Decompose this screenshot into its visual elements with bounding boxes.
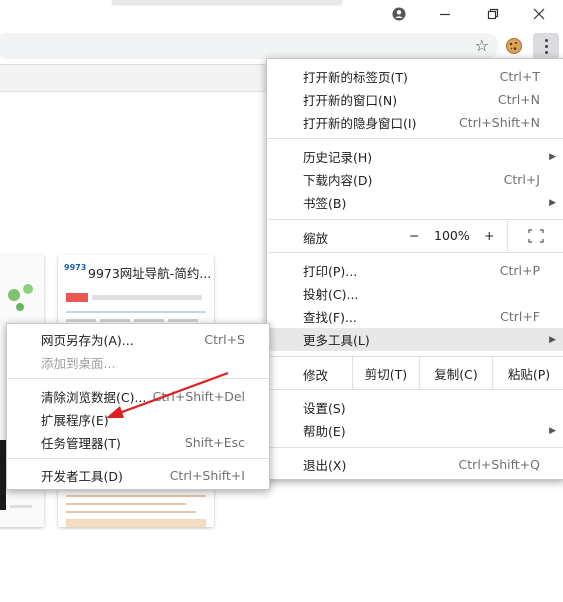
menu-item-label: 开发者工具(D) xyxy=(41,469,123,484)
menu-item-label: 帮助(E) xyxy=(303,424,346,439)
menu-item-downloads[interactable]: 下载内容(D) Ctrl+J xyxy=(267,168,563,191)
copy-button[interactable]: 复制(C) xyxy=(419,357,492,389)
menu-item-label: 投射(C)... xyxy=(303,287,359,302)
cut-label: 剪切(T) xyxy=(364,366,408,382)
menu-item-help[interactable]: 帮助(E) ▶ xyxy=(267,419,563,442)
menu-item-find[interactable]: 查找(F)... Ctrl+F xyxy=(267,305,563,328)
menu-item-new-window[interactable]: 打开新的窗口(N) Ctrl+N xyxy=(267,88,563,111)
annotation-arrow-icon xyxy=(106,371,229,418)
title-bar xyxy=(0,0,563,28)
menu-item-bookmarks[interactable]: 书签(B) ▶ xyxy=(267,191,563,214)
submenu-arrow-icon: ▶ xyxy=(549,197,556,208)
menu-item-shortcut: Shift+Esc xyxy=(184,435,245,450)
menu-item-shortcut: Ctrl+Shift+I xyxy=(169,468,245,483)
menu-item-shortcut: Ctrl+F xyxy=(500,309,540,324)
menu-item-shortcut: Ctrl+J xyxy=(503,172,540,187)
menu-item-label: 扩展程序(E) xyxy=(41,413,109,428)
fullscreen-button[interactable] xyxy=(507,220,563,252)
zoom-level: 100% xyxy=(434,228,470,243)
menu-item-shortcut: Ctrl+P xyxy=(499,263,540,278)
menu-item-shortcut: Ctrl+Shift+N xyxy=(459,115,540,130)
menu-separator xyxy=(267,252,563,253)
menu-item-label: 网页另存为(A)... xyxy=(41,333,134,348)
menu-item-label: 打印(P)... xyxy=(303,264,358,279)
menu-item-new-tab[interactable]: 打开新的标签页(T) Ctrl+T xyxy=(267,65,563,88)
menu-item-shortcut: Ctrl+N xyxy=(497,92,540,107)
submenu-arrow-icon: ▶ xyxy=(549,151,556,162)
paste-button[interactable]: 粘贴(P) xyxy=(492,357,563,389)
menu-item-shortcut: Ctrl+S xyxy=(204,332,245,347)
submenu-arrow-icon: ▶ xyxy=(549,425,556,436)
paste-label: 粘贴(P) xyxy=(507,366,551,382)
menu-item-label: 历史记录(H) xyxy=(303,150,373,165)
menu-separator xyxy=(267,447,563,448)
menu-item-developer-tools[interactable]: 开发者工具(D) Ctrl+Shift+I xyxy=(7,464,269,487)
star-icon[interactable]: ☆ xyxy=(475,37,489,55)
copy-label: 复制(C) xyxy=(434,366,478,382)
cut-button[interactable]: 剪切(T) xyxy=(352,357,419,389)
menu-item-label: 设置(S) xyxy=(303,401,346,416)
menu-item-label: 打开新的隐身窗口(I) xyxy=(303,116,417,131)
menu-item-settings[interactable]: 设置(S) xyxy=(267,396,563,419)
menu-item-save-page-as[interactable]: 网页另存为(A)... Ctrl+S xyxy=(7,328,269,351)
fullscreen-icon xyxy=(528,229,544,243)
kebab-menu-icon[interactable] xyxy=(533,33,559,59)
zoom-out-button[interactable]: − xyxy=(409,228,419,243)
menu-item-exit[interactable]: 退出(X) Ctrl+Shift+Q xyxy=(267,453,563,476)
menu-item-label: 书签(B) xyxy=(303,196,347,211)
menu-separator xyxy=(7,458,269,459)
edit-row: 修改 剪切(T) 复制(C) 粘贴(P) xyxy=(267,357,563,389)
restore-icon[interactable] xyxy=(470,0,516,28)
menu-item-label: 任务管理器(T) xyxy=(41,436,121,451)
account-circle-icon[interactable] xyxy=(376,0,422,28)
menu-item-cast[interactable]: 投射(C)... xyxy=(267,282,563,305)
menu-separator xyxy=(267,389,563,390)
tab-strip-edge xyxy=(112,0,342,4)
menu-item-history[interactable]: 历史记录(H) ▶ xyxy=(267,145,563,168)
menu-item-label: 退出(X) xyxy=(303,458,347,473)
menu-item-more-tools[interactable]: 更多工具(L) ▶ xyxy=(267,328,563,351)
menu-item-label: 下载内容(D) xyxy=(303,173,373,188)
submenu-arrow-icon: ▶ xyxy=(549,334,556,345)
menu-item-label: 查找(F)... xyxy=(303,310,357,325)
edit-label: 修改 xyxy=(303,368,329,383)
menu-item-new-incognito-window[interactable]: 打开新的隐身窗口(I) Ctrl+Shift+N xyxy=(267,111,563,134)
menu-item-label: 更多工具(L) xyxy=(303,333,370,348)
close-icon[interactable] xyxy=(516,0,562,28)
menu-item-label: 打开新的窗口(N) xyxy=(303,93,398,108)
zoom-label: 缩放 xyxy=(303,231,329,246)
zoom-row: 缩放 − 100% + xyxy=(267,220,563,252)
menu-item-print[interactable]: 打印(P)... Ctrl+P xyxy=(267,259,563,282)
minimize-icon[interactable] xyxy=(422,0,468,28)
menu-item-shortcut: Ctrl+T xyxy=(499,69,540,84)
cookie-icon[interactable] xyxy=(505,37,523,55)
address-bar[interactable]: ☆ xyxy=(0,33,499,59)
menu-item-task-manager[interactable]: 任务管理器(T) Shift+Esc xyxy=(7,431,269,454)
menu-item-shortcut: Ctrl+Shift+Q xyxy=(458,457,540,472)
menu-separator xyxy=(267,138,563,139)
chrome-main-menu: 打开新的标签页(T) Ctrl+T 打开新的窗口(N) Ctrl+N 打开新的隐… xyxy=(266,58,563,480)
zoom-in-button[interactable]: + xyxy=(484,228,494,243)
menu-item-label: 打开新的标签页(T) xyxy=(303,70,408,85)
